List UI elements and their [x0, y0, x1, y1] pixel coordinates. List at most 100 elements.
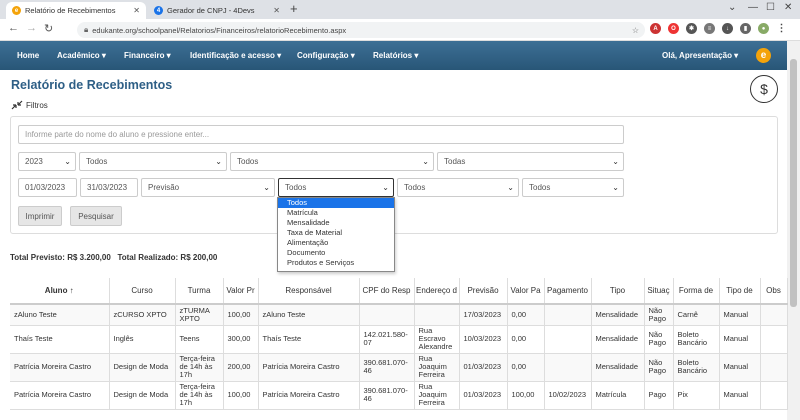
nav-academico[interactable]: Acadêmico ▾: [57, 51, 106, 60]
chevron-down-icon: ⌄: [64, 157, 71, 166]
previsao-select[interactable]: Previsão ⌄: [141, 178, 275, 197]
dollar-icon[interactable]: $: [750, 75, 778, 103]
col-obs[interactable]: Obs: [760, 278, 788, 305]
col-situacao[interactable]: Situaç: [644, 278, 674, 305]
dropdown-option[interactable]: Matrícula: [278, 208, 394, 218]
col-previsao[interactable]: Previsão: [459, 278, 508, 305]
chevron-down-icon: ⌄: [612, 157, 619, 166]
table-row[interactable]: Thaís Teste Inglês Teens 300,00 Thaís Teste 1…: [10, 325, 788, 354]
dropdown-option[interactable]: Mensalidade: [278, 218, 394, 228]
table-row[interactable]: Patrícia Moreira Castro Design de Moda Ter…: [10, 353, 788, 382]
browser-tab-active[interactable]: e Relatório de Recebimentos ✕: [6, 2, 146, 19]
extension-abp-icon[interactable]: A: [650, 23, 661, 34]
filter-select-1[interactable]: Todos ⌄: [79, 152, 227, 171]
close-tab-icon[interactable]: ✕: [133, 6, 140, 15]
sidebar-icon[interactable]: ▮: [740, 23, 751, 34]
table-cell: Rua Joaquim Ferreira: [414, 381, 460, 410]
table-cell: Terça-feira de 14h às 17h: [175, 381, 224, 410]
table-cell: Thaís Teste: [10, 325, 110, 354]
date-to-input[interactable]: 31/03/2023: [80, 178, 138, 197]
minimize-icon[interactable]: —: [748, 2, 758, 13]
col-tipo[interactable]: Tipo: [591, 278, 645, 305]
dropdown-option[interactable]: Todos: [278, 198, 394, 208]
col-cpf[interactable]: CPF do Resp: [359, 278, 415, 305]
table-cell: zCURSO XPTO: [109, 304, 176, 326]
nav-relatorios[interactable]: Relatórios ▾: [373, 51, 418, 60]
table-header-row: Aluno ↑ Curso Turma Valor Pr Responsável…: [10, 278, 788, 305]
select-value: Todos: [285, 183, 307, 192]
filter-select-5[interactable]: Todos ⌄: [397, 178, 519, 197]
maximize-icon[interactable]: ☐: [766, 2, 775, 13]
browser-tab[interactable]: 4 Gerador de CNPJ - 4Devs ✕: [148, 2, 286, 19]
forward-icon[interactable]: →: [26, 22, 37, 34]
col-aluno[interactable]: Aluno ↑: [10, 278, 110, 305]
back-icon[interactable]: ←: [8, 22, 19, 34]
edukante-favicon-icon: e: [12, 6, 21, 15]
reload-icon[interactable]: ↻: [44, 22, 53, 35]
table-cell: Matrícula: [591, 381, 645, 410]
col-turma[interactable]: Turma: [175, 278, 224, 305]
col-responsavel[interactable]: Responsável: [258, 278, 360, 305]
year-select[interactable]: 2023 ⌄: [18, 152, 76, 171]
star-icon[interactable]: ☆: [632, 26, 639, 35]
pesquisar-button[interactable]: Pesquisar: [70, 206, 122, 226]
search-input[interactable]: Informe parte do nome do aluno e pressio…: [18, 125, 624, 144]
table-row[interactable]: zAluno Teste zCURSO XPTO zTURMA XPTO 100,00…: [10, 304, 788, 326]
table-cell: 17/03/2023: [459, 304, 508, 326]
col-pagamento[interactable]: Pagamento: [544, 278, 592, 305]
col-valor-previsto[interactable]: Valor Pr: [223, 278, 259, 305]
extension-opera-icon[interactable]: O: [668, 23, 679, 34]
table-cell: 390.681.070-46: [359, 381, 415, 410]
more-menu-icon[interactable]: ⋮: [776, 23, 787, 34]
table-cell: Patrícia Moreira Castro: [10, 381, 110, 410]
col-endereco[interactable]: Endereço d: [414, 278, 460, 305]
scrollbar-thumb[interactable]: [790, 59, 797, 307]
url-bar[interactable]: 🔒︎ edukante.org/schoolpanel/Relatorios/F…: [77, 22, 645, 38]
col-tipo-de[interactable]: Tipo de: [719, 278, 761, 305]
filter-select-2[interactable]: Todos ⌄: [230, 152, 434, 171]
chevron-down-icon[interactable]: ⌄: [728, 2, 736, 13]
filtros-toggle[interactable]: Filtros: [11, 100, 48, 110]
filter-select-6[interactable]: Todos ⌄: [522, 178, 624, 197]
nav-home[interactable]: Home: [17, 51, 39, 60]
reading-list-icon[interactable]: ≡: [704, 23, 715, 34]
table-cell: zAluno Teste: [258, 304, 360, 326]
table-row[interactable]: Patrícia Moreira Castro Design de Moda Ter…: [10, 381, 788, 410]
table-cell: 100,00: [223, 304, 259, 326]
page-scrollbar[interactable]: [787, 41, 800, 420]
table-cell: 0,00: [507, 304, 545, 326]
nav-configuracao[interactable]: Configuração ▾: [297, 51, 355, 60]
table-cell: 01/03/2023: [459, 353, 508, 382]
puzzle-icon[interactable]: ✱: [686, 23, 697, 34]
table-cell: 300,00: [223, 325, 259, 354]
table-cell: 10/02/2023: [544, 381, 592, 410]
nav-financeiro[interactable]: Financeiro ▾: [124, 51, 171, 60]
user-menu[interactable]: Olá, Apresentação ▾: [662, 51, 738, 60]
table-cell: Rua Escravo Alexandre: [414, 325, 460, 354]
chevron-down-icon: ⌄: [507, 183, 514, 192]
col-curso[interactable]: Curso: [109, 278, 176, 305]
filter-select-3[interactable]: Todas ⌄: [437, 152, 624, 171]
chevron-down-icon: ⌄: [263, 183, 270, 192]
dropdown-option[interactable]: Documento: [278, 248, 394, 258]
download-icon[interactable]: ↓: [722, 23, 733, 34]
table-cell: 390.681.070-46: [359, 353, 415, 382]
select-value: Todos: [86, 157, 108, 166]
close-window-icon[interactable]: ✕: [784, 2, 792, 13]
table-cell: Boleto Bancário: [673, 325, 720, 354]
date-from-input[interactable]: 01/03/2023: [18, 178, 77, 197]
tipo-select[interactable]: Todos ⌄: [278, 178, 394, 197]
imprimir-button[interactable]: Imprimir: [18, 206, 62, 226]
table-cell: Mensalidade: [591, 304, 645, 326]
dropdown-option[interactable]: Alimentação: [278, 238, 394, 248]
recebimentos-table: Aluno ↑ Curso Turma Valor Pr Responsável…: [10, 278, 788, 410]
avatar[interactable]: ●: [758, 23, 769, 34]
dropdown-option[interactable]: Taxa de Material: [278, 228, 394, 238]
col-valor-pago[interactable]: Valor Pa: [507, 278, 545, 305]
close-tab-icon[interactable]: ✕: [273, 6, 280, 15]
table-cell: Pix: [673, 381, 720, 410]
col-forma[interactable]: Forma de: [673, 278, 720, 305]
dropdown-option[interactable]: Produtos e Serviços: [278, 258, 394, 268]
new-tab-icon[interactable]: +: [290, 1, 298, 16]
nav-identificacao[interactable]: Identificação e acesso ▾: [190, 51, 281, 60]
